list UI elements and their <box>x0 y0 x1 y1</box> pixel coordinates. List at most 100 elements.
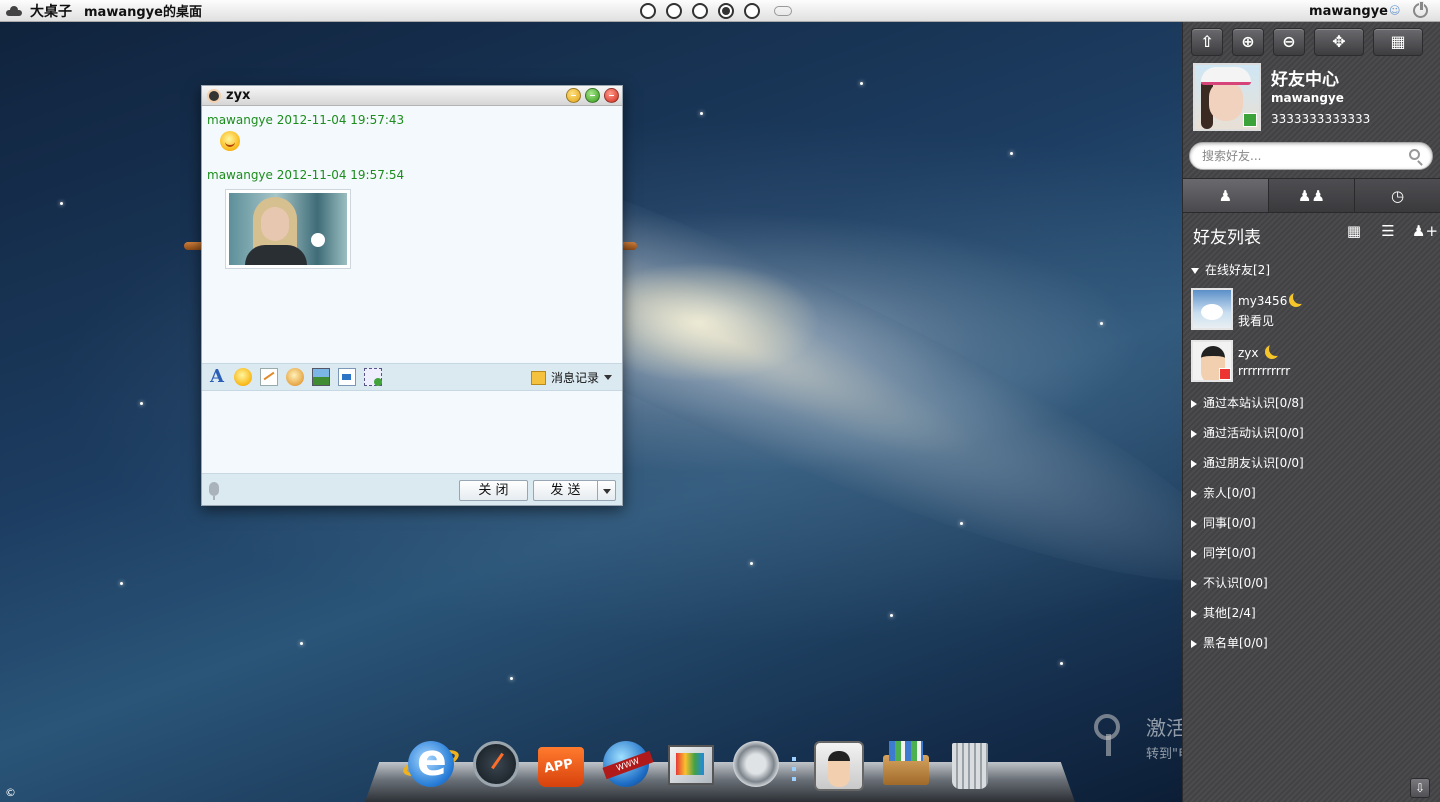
ie-icon[interactable] <box>400 735 462 793</box>
panel-toolbar: ⇧ ⊕ ⊖ ✥ ▦ <box>1191 28 1423 56</box>
screenshot-icon[interactable] <box>364 368 382 386</box>
star <box>140 402 143 405</box>
magic-emoticon-icon[interactable] <box>286 368 304 386</box>
group-label: 不认识[0/0] <box>1203 576 1268 590</box>
star <box>890 614 893 617</box>
trash-icon[interactable] <box>940 737 1002 793</box>
close-window-button[interactable] <box>604 88 619 103</box>
list-item[interactable]: zyx rrrrrrrrrrr <box>1189 340 1429 384</box>
app-title: 大桌子 <box>30 3 72 20</box>
desktop-4-button[interactable] <box>718 3 734 19</box>
message: mawangye 2012-11-04 19:57:54 <box>207 168 617 269</box>
tab-groups[interactable]: ♟♟ <box>1269 179 1355 212</box>
star <box>300 642 303 645</box>
cloud-logo-icon[interactable] <box>6 5 22 16</box>
tab-recent[interactable]: ◷ <box>1355 179 1440 212</box>
user-icon[interactable]: ☺ <box>1389 5 1400 16</box>
profile-username: mawangye <box>1271 91 1344 105</box>
send-button[interactable]: 发 送 <box>533 480 616 501</box>
zoom-in-icon: ⊕ <box>1241 32 1255 51</box>
zoom-in-button[interactable]: ⊕ <box>1232 28 1264 56</box>
app-store-icon[interactable] <box>530 737 592 793</box>
history-icon <box>530 370 546 385</box>
message-image[interactable] <box>225 189 351 269</box>
desktop-switcher <box>640 3 792 19</box>
tab-friends[interactable]: ♟ <box>1183 179 1269 212</box>
add-friend-icon[interactable]: ♟+ <box>1412 222 1438 240</box>
current-user-name[interactable]: mawangye <box>1309 4 1388 19</box>
send-label: 发 送 <box>550 483 581 498</box>
chat-titlebar[interactable]: zyx <box>202 86 622 106</box>
star <box>700 112 703 115</box>
friend-name: zyx <box>1238 346 1259 360</box>
group-item[interactable]: 同学[0/0] <box>1191 544 1256 561</box>
weather-cloud-icon[interactable] <box>774 6 792 16</box>
settings-icon[interactable] <box>725 737 787 793</box>
desktop-3-button[interactable] <box>692 3 708 19</box>
group-label: 在线好友[2] <box>1205 263 1270 277</box>
paint-icon[interactable] <box>660 737 722 793</box>
list-view-icon[interactable]: ☰ <box>1378 222 1398 240</box>
close-button[interactable]: 关 闭 <box>459 480 528 501</box>
group-item[interactable]: 亲人[0/0] <box>1191 484 1256 501</box>
group-label: 黑名单[0/0] <box>1203 636 1268 650</box>
search-input[interactable] <box>1190 143 1390 169</box>
message-history-button[interactable]: 消息记录 <box>530 369 612 386</box>
files-icon[interactable] <box>875 737 937 793</box>
desktop-2-button[interactable] <box>666 3 682 19</box>
desktop-5-button[interactable] <box>744 3 760 19</box>
send-options-dropdown[interactable] <box>597 481 615 500</box>
group-online-friends[interactable]: 在线好友[2] <box>1191 261 1270 278</box>
list-item[interactable]: my3456 我看见 <box>1189 288 1429 332</box>
clock-icon: ◷ <box>1390 187 1405 205</box>
chevron-right-icon <box>1191 459 1197 468</box>
group-item[interactable]: 通过本站认识[0/8] <box>1191 394 1304 411</box>
contacts-icon[interactable] <box>810 737 872 793</box>
move-button[interactable]: ✥ <box>1314 28 1364 56</box>
search-icon[interactable] <box>1409 149 1420 160</box>
message: mawangye 2012-11-04 19:57:43 <box>207 113 617 151</box>
scroll-down-icon[interactable]: ⇩ <box>1410 778 1430 798</box>
chevron-right-icon <box>1191 399 1197 408</box>
online-badge-icon <box>1243 113 1257 127</box>
group-item[interactable]: 通过朋友认识[0/0] <box>1191 454 1304 471</box>
font-icon[interactable]: A <box>208 368 226 386</box>
group-item[interactable]: 黑名单[0/0] <box>1191 634 1268 651</box>
message-input[interactable] <box>202 391 622 473</box>
friend-signature: 我看见 <box>1238 314 1275 328</box>
group-item[interactable]: 同事[0/0] <box>1191 514 1256 531</box>
copyright-icon: © <box>5 786 16 799</box>
emoticon-icon[interactable] <box>234 368 252 386</box>
power-icon[interactable] <box>1413 1 1428 18</box>
web-globe-icon[interactable] <box>595 737 657 793</box>
zoom-out-button[interactable]: ⊖ <box>1273 28 1305 56</box>
group-label: 同事[0/0] <box>1203 516 1256 530</box>
chevron-right-icon <box>1191 489 1197 498</box>
grid-view-icon[interactable]: ▦ <box>1344 222 1364 240</box>
maximize-button[interactable] <box>585 88 600 103</box>
star <box>860 82 863 85</box>
group-item[interactable]: 其他[2/4] <box>1191 604 1256 621</box>
microphone-icon[interactable] <box>209 482 219 500</box>
dock <box>400 733 1040 793</box>
chevron-right-icon <box>1191 549 1197 558</box>
avatar <box>1191 340 1233 382</box>
gauge-icon[interactable] <box>465 737 527 793</box>
chevron-down-icon <box>1191 267 1199 274</box>
star <box>1100 322 1103 325</box>
minimize-button[interactable] <box>566 88 581 103</box>
note-icon[interactable] <box>260 368 278 386</box>
chevron-down-icon <box>604 375 612 380</box>
group-item[interactable]: 不认识[0/0] <box>1191 574 1268 591</box>
grid-icon: ▦ <box>1390 32 1406 51</box>
upload-button[interactable]: ⇧ <box>1191 28 1223 56</box>
send-image-icon[interactable] <box>312 368 330 386</box>
group-item[interactable]: 通过活动认识[0/0] <box>1191 424 1304 441</box>
send-file-icon[interactable] <box>338 368 356 386</box>
grid-button[interactable]: ▦ <box>1373 28 1423 56</box>
avatar[interactable] <box>1193 63 1261 131</box>
star <box>960 522 963 525</box>
desktop-1-button[interactable] <box>640 3 656 19</box>
chat-window: zyx mawangye 2012-11-04 19:57:43 mawangy… <box>201 85 623 506</box>
friend-center-panel: ⇧ ⊕ ⊖ ✥ ▦ 好友中心 mawangye 3333333333333 ♟ … <box>1182 22 1440 802</box>
